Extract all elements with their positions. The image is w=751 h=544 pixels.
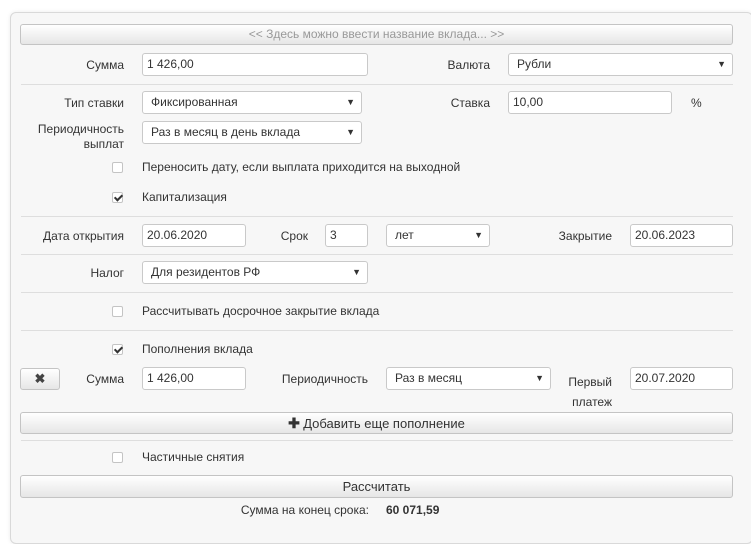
- top-ups-label: Пополнения вклада: [142, 342, 253, 356]
- currency-label: Валюта: [447, 58, 490, 72]
- rate-type-select[interactable]: Фиксированная ▼: [142, 91, 362, 114]
- sum-label: Сумма: [86, 58, 124, 72]
- top-up-period-label: Периодичность: [281, 372, 368, 386]
- sum-input[interactable]: 1 426,00: [142, 53, 368, 76]
- currency-value: Рубли: [517, 57, 552, 71]
- top-up-sum-input[interactable]: 1 426,00: [142, 367, 246, 390]
- top-up-sum-label: Сумма: [86, 372, 124, 386]
- chevron-down-icon: ▼: [717, 59, 726, 69]
- chevron-down-icon: ▼: [346, 127, 355, 137]
- term-label: Срок: [280, 229, 308, 243]
- close-icon: ✖: [34, 371, 46, 386]
- periodicity-select[interactable]: Раз в месяц в день вклада ▼: [142, 121, 362, 144]
- end-sum-value: 60 071,59: [386, 503, 440, 517]
- periodicity-value: Раз в месяц в день вклада: [151, 125, 301, 139]
- divider: [21, 84, 733, 85]
- term-unit-select[interactable]: лет ▼: [386, 224, 490, 247]
- term-input[interactable]: 3: [325, 224, 368, 247]
- partial-withdraw-checkbox[interactable]: [112, 452, 123, 463]
- move-date-label: Переносить дату, если выплата приходится…: [142, 160, 461, 174]
- remove-top-up-button[interactable]: ✖: [20, 368, 60, 390]
- capitalization-checkbox[interactable]: [112, 192, 123, 203]
- open-date-input[interactable]: 20.06.2020: [142, 224, 246, 247]
- term-unit-value: лет: [395, 228, 414, 242]
- top-ups-checkbox[interactable]: [112, 344, 123, 355]
- chevron-down-icon: ▼: [352, 267, 361, 277]
- tax-value: Для резидентов РФ: [151, 265, 261, 279]
- add-top-up-button[interactable]: ✚ Добавить еще пополнение: [20, 412, 733, 434]
- move-date-checkbox[interactable]: [112, 162, 123, 173]
- tax-select[interactable]: Для резидентов РФ ▼: [142, 261, 368, 284]
- first-payment-input[interactable]: 20.07.2020: [630, 367, 733, 390]
- divider: [21, 330, 733, 331]
- rate-label: Ставка: [450, 96, 490, 110]
- end-sum-label: Сумма на конец срока:: [240, 503, 369, 517]
- divider: [21, 292, 733, 293]
- divider: [21, 440, 733, 441]
- first-payment-label: Первый платеж: [568, 375, 612, 409]
- divider: [21, 216, 733, 217]
- early-close-checkbox[interactable]: [112, 306, 123, 317]
- close-date-input[interactable]: 20.06.2023: [630, 224, 733, 247]
- early-close-label: Рассчитывать досрочное закрытие вклада: [142, 304, 380, 318]
- rate-type-label: Тип ставки: [64, 96, 124, 110]
- divider: [21, 254, 733, 255]
- open-date-label: Дата открытия: [42, 229, 124, 243]
- rate-input[interactable]: 10,00: [508, 91, 672, 114]
- add-top-up-label: Добавить еще пополнение: [303, 416, 465, 431]
- top-up-period-select[interactable]: Раз в месяц ▼: [386, 367, 551, 390]
- top-up-period-value: Раз в месяц: [395, 371, 462, 385]
- chevron-down-icon: ▼: [535, 373, 544, 383]
- partial-withdraw-label: Частичные снятия: [142, 450, 245, 464]
- plus-icon: ✚: [288, 415, 300, 431]
- periodicity-label: Периодичность выплат: [37, 122, 124, 151]
- calculate-button[interactable]: Рассчитать: [20, 475, 733, 498]
- capitalization-label: Капитализация: [142, 190, 227, 204]
- chevron-down-icon: ▼: [474, 230, 483, 240]
- rate-type-value: Фиксированная: [151, 95, 238, 109]
- rate-unit: %: [691, 96, 702, 110]
- currency-select[interactable]: Рубли ▼: [508, 53, 733, 76]
- close-date-label: Закрытие: [558, 229, 612, 243]
- chevron-down-icon: ▼: [346, 97, 355, 107]
- tax-label: Налог: [90, 266, 124, 280]
- deposit-name-field[interactable]: << Здесь можно ввести название вклада...…: [20, 24, 733, 45]
